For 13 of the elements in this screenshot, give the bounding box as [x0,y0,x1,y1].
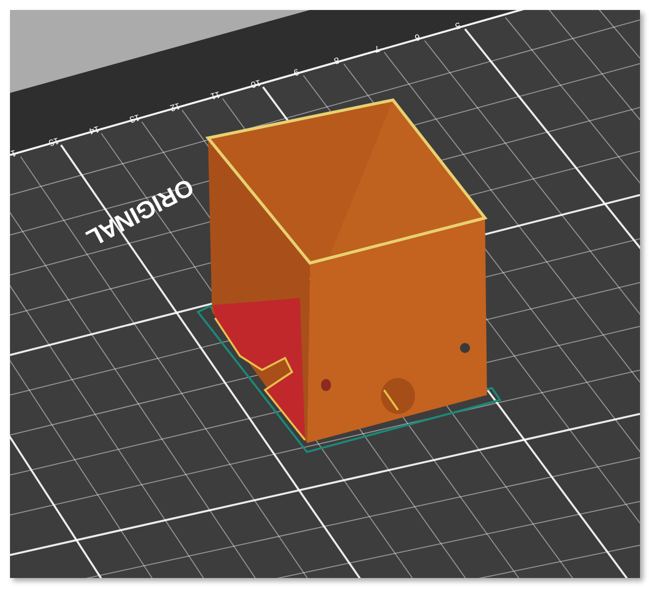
ruler-label: 1 [10,148,18,159]
ruler-label: 7 [373,44,381,55]
ruler-label: 9 [292,66,300,78]
ruler-label: 6 [414,32,422,43]
ruler-label: 10 [250,78,262,90]
sliced-box-model-drawing[interactable] [196,98,502,454]
ruler-label: 12 [168,100,182,114]
ruler-label: 15 [48,136,60,148]
ruler-label: 13 [128,112,141,125]
ruler-label: 11 [210,89,222,102]
ruler-label: 14 [88,124,100,136]
ruler-label: 8 [332,55,340,66]
ruler-label: 5 [454,20,462,32]
